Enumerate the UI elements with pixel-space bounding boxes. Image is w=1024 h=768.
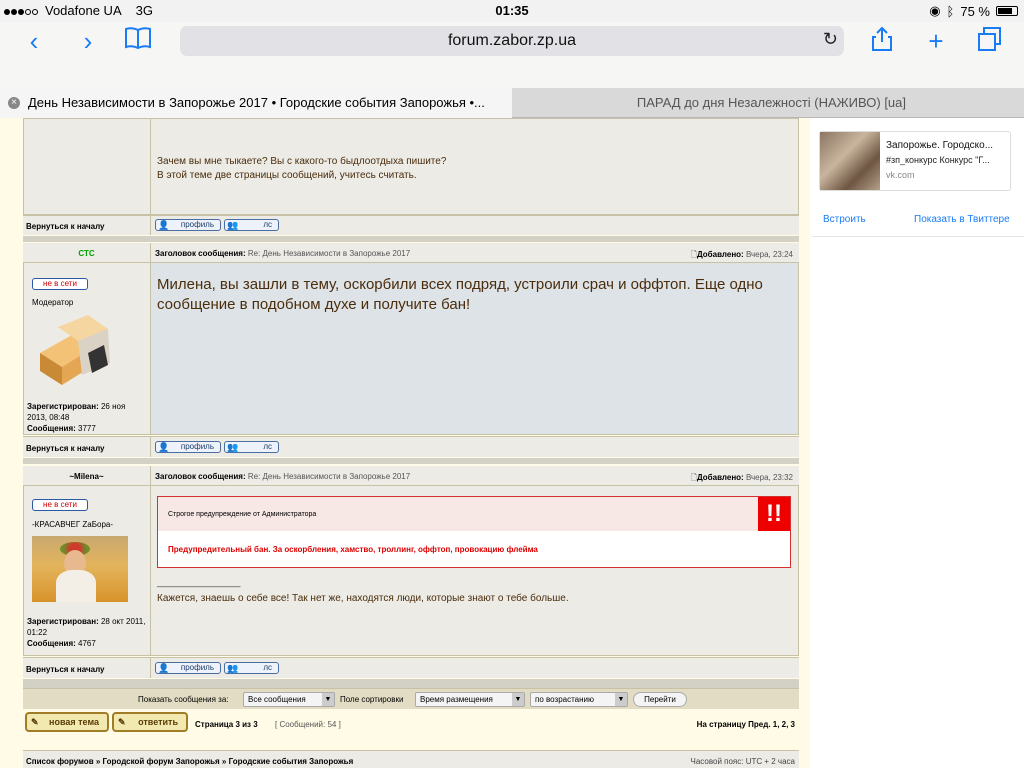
sort-field-label: Поле сортировки	[340, 695, 404, 704]
sort-order-select[interactable]: по возрастанию ▼	[530, 692, 628, 707]
post-date: 🗋Добавлено: Вчера, 23:24	[690, 250, 793, 259]
back-to-top-link[interactable]: Вернуться к началу	[26, 444, 105, 453]
tab-label: День Независимости в Запорожье 2017 • Го…	[28, 95, 485, 110]
show-posts-label: Показать сообщения за:	[138, 695, 229, 704]
post-author-info: не в сети -КРАСАВЧЕГ ZаБора- Зарегистрир…	[24, 486, 151, 655]
breadcrumb[interactable]: Список форумов » Городской форум Запорож…	[26, 757, 353, 766]
post-actions: Вернуться к началу 👤 профиль 👥 лс	[23, 436, 799, 457]
avatar	[32, 536, 128, 602]
browser-toolbar: ‹ › forum.zabor.zp.ua ↻ +	[0, 22, 1024, 88]
pm-icon: 👥	[227, 442, 239, 452]
prev-post-text-2: В этой теме две страницы сообщений, учит…	[157, 170, 417, 181]
url-text: forum.zabor.zp.ua	[447, 32, 577, 49]
user-rank: -КРАСАВЧЕГ ZаБора-	[32, 520, 114, 529]
forward-icon[interactable]: ›	[70, 26, 106, 57]
profile-button[interactable]: 👤 профиль	[155, 662, 221, 674]
new-tab-icon[interactable]: +	[918, 26, 954, 57]
warning-icon: !!	[758, 497, 790, 531]
avatar	[32, 313, 114, 391]
pm-icon: 👥	[227, 220, 239, 230]
profile-icon: 👤	[158, 663, 170, 673]
show-on-twitter-link[interactable]: Показать в Твиттере	[914, 214, 1010, 225]
bluetooth-icon: ᛒ	[946, 3, 955, 19]
back-to-top-link[interactable]: Вернуться к началу	[26, 222, 105, 231]
go-button[interactable]: Перейти	[633, 692, 687, 707]
prev-post-actions: Вернуться к началу 👤 профиль 👥 лс	[23, 215, 799, 235]
profile-icon: 👤	[158, 442, 170, 452]
profile-button[interactable]: 👤 профиль	[155, 441, 221, 453]
pagination[interactable]: На страницу Пред. 1, 2, 3	[697, 720, 795, 729]
chevron-down-icon: ▼	[322, 693, 334, 706]
tab-bar: × День Независимости в Запорожье 2017 • …	[0, 88, 1024, 118]
reload-icon[interactable]: ↻	[823, 29, 838, 50]
profile-icon: 👤	[158, 220, 170, 230]
clock: 01:35	[495, 3, 529, 18]
status-bar: Vodafone UA 3G 01:35 ◉ ᛒ 75 %	[0, 0, 1024, 22]
warning-title: Строгое предупреждение от Администратора	[158, 497, 758, 531]
prev-post: Зачем вы мне тыкаете? Вы с какого-то быд…	[23, 118, 799, 215]
page-info: Страница 3 из 3	[195, 720, 258, 729]
tabs-icon[interactable]	[972, 26, 1008, 59]
post-author[interactable]: ~Milena~	[23, 472, 150, 481]
post-header: СТС Заголовок сообщения: Re: День Незави…	[23, 243, 799, 263]
battery-label: 75 %	[960, 3, 990, 19]
embed-link[interactable]: Встроить	[823, 214, 866, 225]
pm-button[interactable]: 👥 лс	[224, 441, 279, 453]
close-tab-icon[interactable]: ×	[8, 97, 20, 109]
registration-info: Зарегистрирован: 28 окт 2011, 01:22 Сооб…	[27, 617, 146, 648]
sort-bar: Показать сообщения за: Все сообщения ▼ По…	[23, 688, 799, 709]
sort-field-select[interactable]: Время размещения ▼	[415, 692, 525, 707]
profile-button[interactable]: 👤 профиль	[155, 219, 221, 231]
address-bar[interactable]: forum.zabor.zp.ua ↻	[180, 26, 844, 56]
show-posts-select[interactable]: Все сообщения ▼	[243, 692, 335, 707]
warning-text: Предупредительный бан. За оскорбления, х…	[168, 545, 538, 554]
post-date: 🗋Добавлено: Вчера, 23:32	[690, 473, 793, 482]
status-badge: не в сети	[32, 278, 88, 290]
embed-thumbnail	[820, 132, 880, 190]
new-topic-icon: ✎	[31, 717, 39, 727]
bookmarks-icon[interactable]	[120, 26, 156, 57]
pm-button[interactable]: 👥 лс	[224, 662, 279, 674]
post-actions: Вернуться к началу 👤 профиль 👥 лс	[23, 657, 799, 678]
tab-label: ПАРАД до дня Незалежності (НАЖИВО) [ua]	[636, 95, 906, 110]
chevron-down-icon: ▼	[615, 693, 627, 706]
post-subject: Заголовок сообщения: Re: День Независимо…	[155, 249, 411, 258]
post-subject: Заголовок сообщения: Re: День Независимо…	[155, 472, 411, 481]
pm-button[interactable]: 👥 лс	[224, 219, 279, 231]
reply-button[interactable]: ✎ ответить	[112, 712, 188, 732]
user-rank: Модератор	[32, 298, 74, 307]
post-message: Кажется, знаешь о себе все! Так нет же, …	[157, 593, 569, 604]
battery-icon	[996, 6, 1018, 16]
chevron-down-icon: ▼	[512, 693, 524, 706]
post-author-info: не в сети Модератор Зарегистрирован: 26 …	[24, 263, 151, 434]
registration-info: Зарегистрирован: 26 ноя 2013, 08:48 Сооб…	[27, 402, 126, 433]
timezone-label: Часовой пояс: UTC + 2 часа	[690, 757, 795, 766]
tab-inactive[interactable]: ПАРАД до дня Незалежності (НАЖИВО) [ua]	[512, 88, 1024, 118]
embed-title: Запорожье. Городско...	[886, 140, 994, 151]
embed-card[interactable]: Запорожье. Городско... #зп_конкурс Конку…	[819, 131, 1011, 191]
prev-post-text-1: Зачем вы мне тыкаете? Вы с какого-то быд…	[157, 156, 447, 167]
share-icon[interactable]	[864, 26, 900, 59]
post-header: ~Milena~ Заголовок сообщения: Re: День Н…	[23, 466, 799, 486]
tab-active[interactable]: × День Независимости в Запорожье 2017 • …	[0, 88, 512, 118]
post-message: Милена, вы зашли в тему, оскорбили всех …	[157, 276, 763, 313]
lock-rotation-icon: ◉	[929, 3, 941, 18]
warning-box: Строгое предупреждение от Администратора…	[157, 496, 791, 568]
back-icon[interactable]: ‹	[16, 26, 52, 57]
new-topic-button[interactable]: ✎ новая тема	[25, 712, 109, 732]
post-body: не в сети Модератор Зарегистрирован: 26 …	[23, 263, 799, 435]
status-badge: не в сети	[32, 499, 88, 511]
embed-domain: vk.com	[886, 170, 915, 180]
post-count: [ Сообщений: 54 ]	[275, 720, 341, 729]
forum-content: Зачем вы мне тыкаете? Вы с какого-то быд…	[23, 118, 799, 768]
pm-icon: 👥	[227, 663, 239, 673]
back-to-top-link[interactable]: Вернуться к началу	[26, 665, 105, 674]
signature-separator: _______________	[157, 577, 241, 588]
footer-bar: Список форумов » Городской форум Запорож…	[23, 750, 799, 768]
reply-icon: ✎	[118, 717, 126, 727]
post-author[interactable]: СТС	[23, 249, 150, 258]
embed-desc: #зп_конкурс Конкурс "Г...	[886, 155, 990, 165]
